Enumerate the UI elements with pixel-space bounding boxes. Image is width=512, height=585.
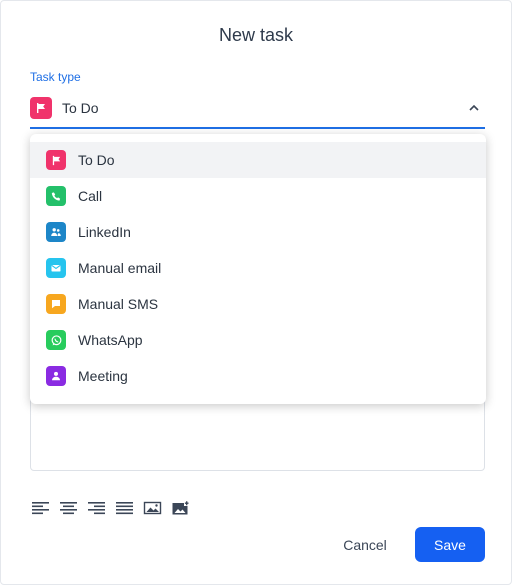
chevron-up-icon[interactable] xyxy=(467,101,481,120)
task-type-label: Task type xyxy=(30,70,81,84)
dialog-title: New task xyxy=(218,25,294,45)
option-label: Meeting xyxy=(78,368,128,384)
option-label: WhatsApp xyxy=(78,332,143,348)
option-label: Manual SMS xyxy=(78,296,159,312)
option-to-do[interactable]: To Do xyxy=(30,142,486,178)
option-label: Manual email xyxy=(78,260,162,276)
chat-icon xyxy=(46,294,66,314)
image-icon[interactable] xyxy=(143,500,162,516)
phone-icon xyxy=(46,186,66,206)
option-label: To Do xyxy=(78,152,115,168)
editor-toolbar xyxy=(31,500,190,516)
option-meeting[interactable]: Meeting xyxy=(30,358,486,394)
new-task-dialog: New task Task type To Do To Do Call Link… xyxy=(0,0,512,585)
task-type-value: To Do xyxy=(62,100,99,116)
option-label: Call xyxy=(78,188,103,204)
flag-icon xyxy=(46,150,66,170)
align-left-icon[interactable] xyxy=(31,500,50,516)
mail-icon xyxy=(46,258,66,278)
option-manual-sms[interactable]: Manual SMS xyxy=(30,286,486,322)
option-manual-email[interactable]: Manual email xyxy=(30,250,486,286)
task-type-dropdown: To Do Call LinkedIn Manual email Manual … xyxy=(30,134,486,404)
option-linkedin[interactable]: LinkedIn xyxy=(30,214,486,250)
person-icon xyxy=(46,366,66,386)
option-label: LinkedIn xyxy=(78,224,131,240)
image-upload-icon[interactable] xyxy=(171,500,190,516)
task-type-select[interactable]: To Do xyxy=(30,91,485,129)
align-justify-icon[interactable] xyxy=(115,500,134,516)
flag-icon xyxy=(30,97,52,119)
save-button[interactable]: Save xyxy=(415,527,485,562)
whatsapp-icon xyxy=(46,330,66,350)
align-center-icon[interactable] xyxy=(59,500,78,516)
cancel-button[interactable]: Cancel xyxy=(331,528,399,562)
option-call[interactable]: Call xyxy=(30,178,486,214)
option-whatsapp[interactable]: WhatsApp xyxy=(30,322,486,358)
people-icon xyxy=(46,222,66,242)
align-right-icon[interactable] xyxy=(87,500,106,516)
